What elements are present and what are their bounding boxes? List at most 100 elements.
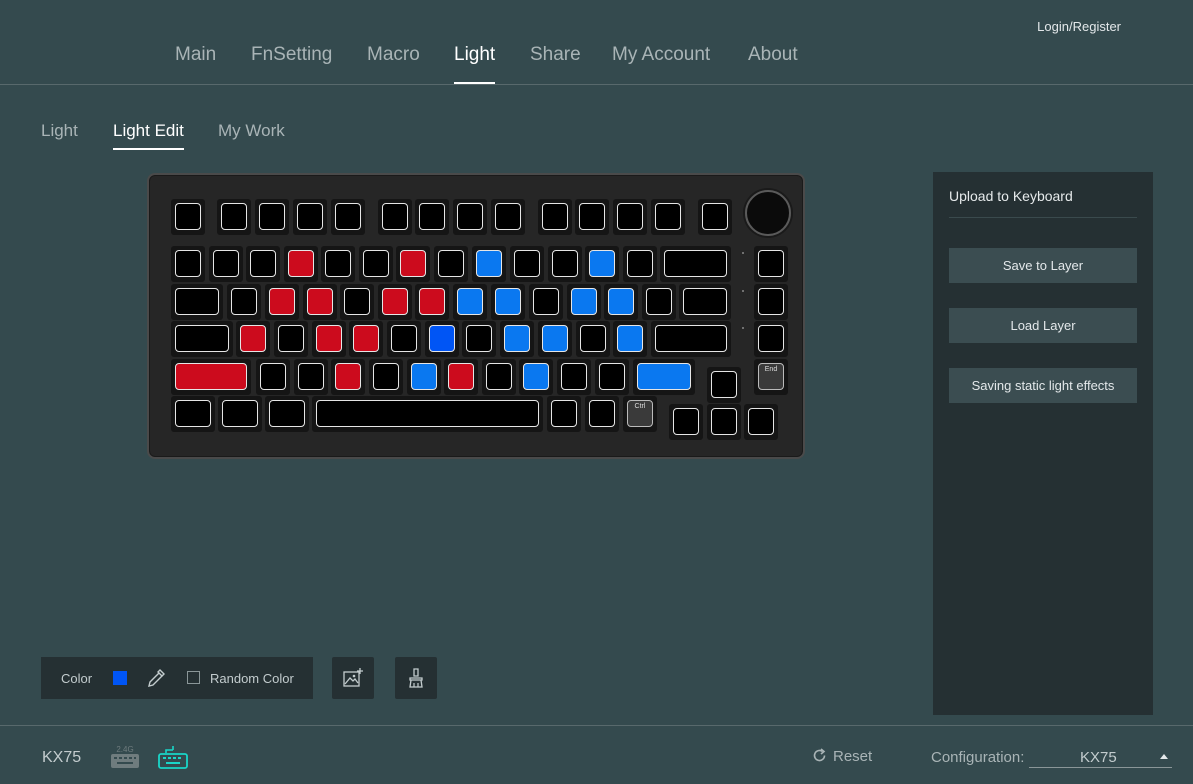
key-45[interactable]: [240, 325, 266, 352]
key-42[interactable]: [683, 288, 727, 315]
key-43[interactable]: [758, 288, 784, 315]
key-25[interactable]: [589, 250, 615, 277]
key-81[interactable]: [748, 408, 774, 435]
key-68[interactable]: [599, 363, 625, 390]
key-15[interactable]: [213, 250, 239, 277]
key-22[interactable]: [476, 250, 502, 277]
key-57[interactable]: [758, 325, 784, 352]
configuration-select[interactable]: KX75: [1029, 746, 1172, 768]
key-20[interactable]: [400, 250, 426, 277]
login-register-link[interactable]: Login/Register: [1037, 19, 1121, 34]
key-26[interactable]: [627, 250, 653, 277]
key-69[interactable]: [637, 363, 691, 390]
key-59[interactable]: [260, 363, 286, 390]
eyedropper-icon[interactable]: [145, 667, 167, 689]
key-60[interactable]: [298, 363, 324, 390]
key-33[interactable]: [344, 288, 370, 315]
key-79[interactable]: [673, 408, 699, 435]
key-8[interactable]: [495, 203, 521, 230]
tab-fnsetting[interactable]: FnSetting: [251, 44, 332, 66]
subtab-my-work[interactable]: My Work: [218, 121, 285, 141]
random-color-checkbox[interactable]: [187, 671, 200, 684]
key-34[interactable]: [382, 288, 408, 315]
key-3[interactable]: [297, 203, 323, 230]
key-30[interactable]: [231, 288, 257, 315]
key-12[interactable]: [655, 203, 681, 230]
key-54[interactable]: [580, 325, 606, 352]
key-50[interactable]: [429, 325, 455, 352]
key-31[interactable]: [269, 288, 295, 315]
key-1[interactable]: [221, 203, 247, 230]
key-24[interactable]: [552, 250, 578, 277]
dongle-icon[interactable]: 2.4G: [109, 744, 141, 775]
key-65[interactable]: [486, 363, 512, 390]
key-70[interactable]: [711, 371, 737, 398]
key-78[interactable]: Ctrl: [627, 400, 653, 427]
subtab-light-edit[interactable]: Light Edit: [113, 121, 184, 150]
key-71[interactable]: End: [758, 363, 784, 390]
key-35[interactable]: [419, 288, 445, 315]
key-49[interactable]: [391, 325, 417, 352]
key-55[interactable]: [617, 325, 643, 352]
key-17[interactable]: [288, 250, 314, 277]
reset-button[interactable]: Reset: [812, 748, 872, 765]
key-23[interactable]: [514, 250, 540, 277]
key-9[interactable]: [542, 203, 568, 230]
key-56[interactable]: [655, 325, 727, 352]
key-29[interactable]: [175, 288, 219, 315]
key-53[interactable]: [542, 325, 568, 352]
key-2[interactable]: [259, 203, 285, 230]
key-40[interactable]: [608, 288, 634, 315]
key-61[interactable]: [335, 363, 361, 390]
subtab-light[interactable]: Light: [41, 121, 78, 141]
key-64[interactable]: [448, 363, 474, 390]
tab-macro[interactable]: Macro: [367, 44, 420, 66]
tab-main[interactable]: Main: [175, 44, 216, 66]
key-14[interactable]: [175, 250, 201, 277]
rotary-knob[interactable]: [745, 190, 791, 236]
key-11[interactable]: [617, 203, 643, 230]
saving-static-light-effects-button[interactable]: Saving static light effects: [949, 368, 1137, 403]
key-62[interactable]: [373, 363, 399, 390]
key-19[interactable]: [363, 250, 389, 277]
key-52[interactable]: [504, 325, 530, 352]
key-39[interactable]: [571, 288, 597, 315]
key-10[interactable]: [579, 203, 605, 230]
key-18[interactable]: [325, 250, 351, 277]
key-5[interactable]: [382, 203, 408, 230]
key-73[interactable]: [222, 400, 258, 427]
key-41[interactable]: [646, 288, 672, 315]
key-44[interactable]: [175, 325, 229, 352]
key-27[interactable]: [664, 250, 727, 277]
keyboard-icon[interactable]: [157, 744, 189, 775]
key-7[interactable]: [457, 203, 483, 230]
tab-about[interactable]: About: [748, 44, 798, 66]
key-28[interactable]: [758, 250, 784, 277]
key-16[interactable]: [250, 250, 276, 277]
key-36[interactable]: [457, 288, 483, 315]
key-38[interactable]: [533, 288, 559, 315]
key-21[interactable]: [438, 250, 464, 277]
save-to-layer-button[interactable]: Save to Layer: [949, 248, 1137, 283]
key-75[interactable]: [316, 400, 539, 427]
key-47[interactable]: [316, 325, 342, 352]
key-6[interactable]: [419, 203, 445, 230]
key-48[interactable]: [353, 325, 379, 352]
tab-share[interactable]: Share: [530, 44, 581, 66]
upload-to-keyboard-button[interactable]: Upload to Keyboard: [949, 188, 1073, 204]
key-0[interactable]: [175, 203, 201, 230]
key-80[interactable]: [711, 408, 737, 435]
key-32[interactable]: [307, 288, 333, 315]
key-72[interactable]: [175, 400, 211, 427]
key-67[interactable]: [561, 363, 587, 390]
key-77[interactable]: [589, 400, 615, 427]
key-58[interactable]: [175, 363, 247, 390]
color-swatch[interactable]: [113, 671, 127, 685]
key-76[interactable]: [551, 400, 577, 427]
tab-my-account[interactable]: My Account: [612, 44, 710, 66]
key-51[interactable]: [466, 325, 492, 352]
key-4[interactable]: [335, 203, 361, 230]
key-37[interactable]: [495, 288, 521, 315]
image-add-button[interactable]: [332, 657, 374, 699]
clear-brush-button[interactable]: [395, 657, 437, 699]
